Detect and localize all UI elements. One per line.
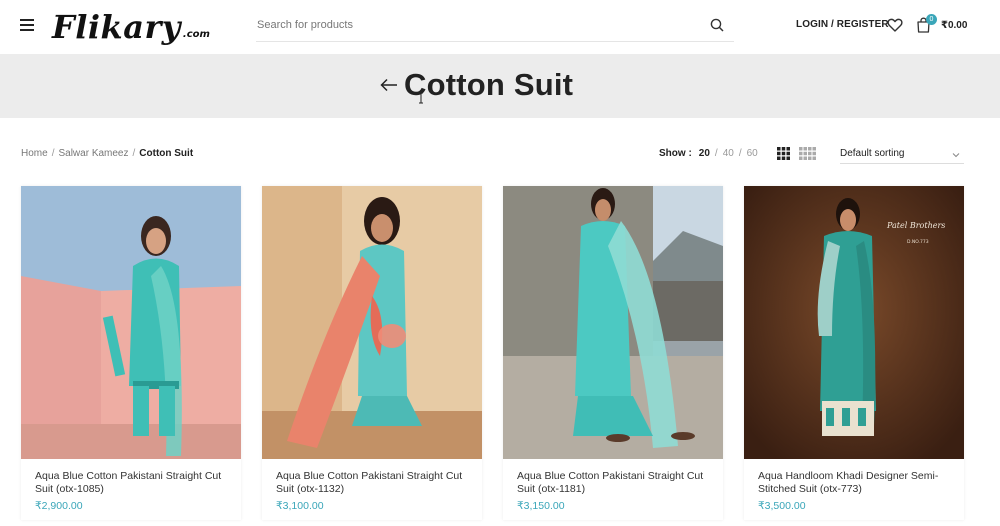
- login-register-link[interactable]: LOGIN / REGISTER: [796, 19, 889, 30]
- cart-count-badge: 0: [926, 14, 937, 25]
- site-header: Flikary .com LOGIN / REGISTER 0 ₹0.00: [0, 0, 1000, 54]
- search-input[interactable]: [256, 10, 696, 40]
- logo-suffix: .com: [182, 29, 210, 40]
- page-title-band: Cotton Suit: [0, 54, 1000, 118]
- show-label: Show :: [659, 148, 692, 159]
- grid-4-columns-icon[interactable]: [799, 147, 816, 160]
- menu-icon[interactable]: [20, 19, 34, 31]
- breadcrumb-separator: /: [51, 148, 55, 159]
- breadcrumb-home[interactable]: Home: [21, 148, 48, 159]
- logo-text: Flikary: [52, 8, 181, 46]
- product-price: ₹3,150.00: [517, 500, 565, 512]
- product-price: ₹3,100.00: [276, 500, 324, 512]
- search-bar: [256, 10, 734, 42]
- breadcrumb-separator: /: [132, 148, 136, 159]
- product-name[interactable]: Aqua Blue Cotton Pakistani Straight Cut …: [276, 470, 476, 496]
- show-separator: /: [738, 148, 742, 159]
- show-20-option[interactable]: 20: [699, 148, 710, 159]
- product-card[interactable]: Patel Brothers D.NO.773 Aqua Handloom Kh…: [744, 186, 964, 520]
- product-name[interactable]: Aqua Blue Cotton Pakistani Straight Cut …: [517, 470, 717, 496]
- breadcrumb: Home / Salwar Kameez / Cotton Suit: [21, 148, 193, 159]
- image-caption: Patel Brothers: [886, 221, 945, 230]
- back-arrow-icon[interactable]: [380, 78, 398, 92]
- search-icon[interactable]: [710, 18, 724, 32]
- product-card[interactable]: Aqua Blue Cotton Pakistani Straight Cut …: [21, 186, 241, 520]
- show-60-option[interactable]: 60: [747, 148, 758, 159]
- product-name[interactable]: Aqua Blue Cotton Pakistani Straight Cut …: [35, 470, 235, 496]
- product-name[interactable]: Aqua Handloom Khadi Designer Semi-Stitch…: [758, 470, 958, 496]
- breadcrumb-salwar-kameez[interactable]: Salwar Kameez: [58, 148, 128, 159]
- product-card[interactable]: Aqua Blue Cotton Pakistani Straight Cut …: [503, 186, 723, 520]
- breadcrumb-current: Cotton Suit: [139, 148, 194, 159]
- product-image[interactable]: [503, 186, 723, 459]
- page-title: Cotton Suit: [404, 67, 574, 102]
- product-card[interactable]: Aqua Blue Cotton Pakistani Straight Cut …: [262, 186, 482, 520]
- sorting-select[interactable]: Default sorting: [840, 144, 964, 164]
- cart-total: ₹0.00: [941, 20, 968, 31]
- image-subcaption: D.NO.773: [907, 239, 929, 245]
- show-separator: /: [714, 148, 718, 159]
- grid-3-columns-icon[interactable]: [777, 147, 790, 160]
- chevron-down-icon: [952, 153, 960, 158]
- show-40-option[interactable]: 40: [723, 148, 734, 159]
- product-price: ₹3,500.00: [758, 500, 806, 512]
- text-cursor-icon: [419, 92, 423, 104]
- sorting-value: Default sorting: [840, 148, 905, 159]
- site-logo[interactable]: Flikary .com: [52, 6, 210, 46]
- product-image[interactable]: [262, 186, 482, 459]
- product-image[interactable]: Patel Brothers D.NO.773: [744, 186, 964, 459]
- product-image[interactable]: [21, 186, 241, 459]
- product-price: ₹2,900.00: [35, 500, 83, 512]
- wishlist-heart-icon[interactable]: [887, 17, 903, 33]
- products-per-page: Show : 20 / 40 / 60: [659, 148, 758, 159]
